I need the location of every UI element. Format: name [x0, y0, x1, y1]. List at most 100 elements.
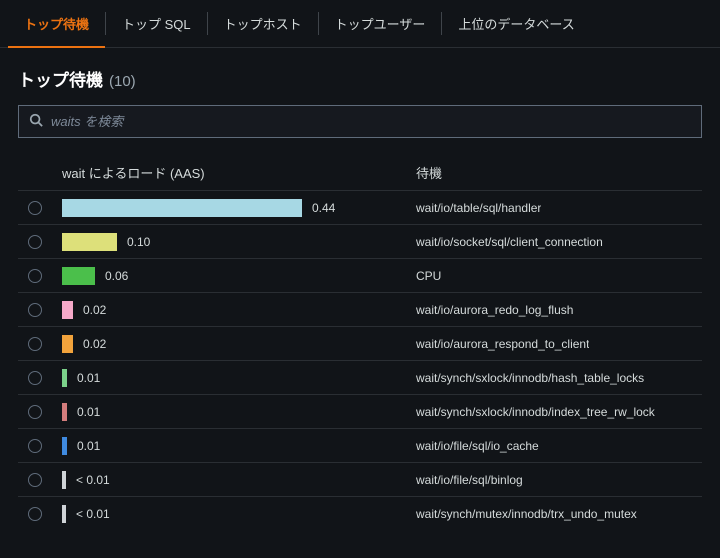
wait-name: wait/synch/mutex/innodb/trx_undo_mutex: [416, 507, 637, 521]
row-load-cell: 0.44: [62, 199, 416, 217]
col-wait-header[interactable]: 待機: [416, 163, 692, 182]
row-wait-cell: wait/synch/sxlock/innodb/hash_table_lock…: [416, 371, 692, 385]
tab-4[interactable]: 上位のデータベース: [442, 0, 590, 47]
load-value: 0.10: [127, 235, 150, 249]
load-bar: [62, 505, 66, 523]
tab-label: トップ SQL: [122, 14, 191, 33]
row-select-cell: [28, 507, 62, 521]
row-radio[interactable]: [28, 269, 42, 283]
col-load-header[interactable]: wait によるロード (AAS): [62, 163, 416, 182]
table-row[interactable]: < 0.01 wait/synch/mutex/innodb/trx_undo_m…: [18, 496, 702, 530]
table-body: 0.44 wait/io/table/sql/handler 0.10 wait/io…: [18, 190, 702, 530]
row-radio[interactable]: [28, 371, 42, 385]
load-bar: [62, 403, 67, 421]
row-select-cell: [28, 235, 62, 249]
table-row[interactable]: 0.06 CPU: [18, 258, 702, 292]
search-input[interactable]: [51, 114, 691, 129]
search-box[interactable]: [18, 105, 702, 138]
tabs: トップ待機トップ SQL トップホスト トップユーザー 上位のデータベース: [0, 0, 720, 48]
row-load-cell: < 0.01: [62, 505, 416, 523]
search-wrap: [18, 105, 702, 138]
row-radio[interactable]: [28, 337, 42, 351]
bar-wrap: 0.01: [62, 403, 416, 421]
bar-wrap: 0.44: [62, 199, 416, 217]
panel-title: トップ待機 (10): [18, 66, 702, 91]
row-select-cell: [28, 405, 62, 419]
tab-0[interactable]: トップ待機: [8, 0, 105, 47]
load-bar: [62, 199, 302, 217]
load-bar: [62, 369, 67, 387]
search-icon: [29, 113, 43, 130]
tab-2[interactable]: トップホスト: [208, 0, 318, 47]
row-select-cell: [28, 473, 62, 487]
table-row[interactable]: 0.01 wait/synch/sxlock/innodb/hash_table_…: [18, 360, 702, 394]
table-header: wait によるロード (AAS) 待機: [18, 154, 702, 190]
row-load-cell: 0.01: [62, 403, 416, 421]
row-radio[interactable]: [28, 405, 42, 419]
load-value: 0.01: [77, 371, 100, 385]
load-bar: [62, 437, 67, 455]
row-load-cell: 0.01: [62, 369, 416, 387]
bar-wrap: 0.02: [62, 301, 416, 319]
load-value: 0.44: [312, 201, 335, 215]
wait-name: wait/io/table/sql/handler: [416, 201, 541, 215]
bar-wrap: 0.10: [62, 233, 416, 251]
load-value: < 0.01: [76, 507, 110, 521]
row-radio[interactable]: [28, 303, 42, 317]
tab-label: トップホスト: [224, 14, 302, 33]
table-row[interactable]: 0.02 wait/io/aurora_redo_log_flush: [18, 292, 702, 326]
row-select-cell: [28, 371, 62, 385]
wait-name: wait/synch/sxlock/innodb/index_tree_rw_l…: [416, 405, 655, 419]
tab-3[interactable]: トップユーザー: [319, 0, 442, 47]
load-value: 0.01: [77, 439, 100, 453]
row-wait-cell: wait/io/aurora_redo_log_flush: [416, 303, 692, 317]
row-load-cell: 0.02: [62, 335, 416, 353]
panel-count: (10): [109, 73, 136, 90]
load-value: 0.02: [83, 337, 106, 351]
row-select-cell: [28, 201, 62, 215]
row-select-cell: [28, 269, 62, 283]
row-wait-cell: wait/io/file/sql/io_cache: [416, 439, 692, 453]
wait-name: wait/io/aurora_respond_to_client: [416, 337, 589, 351]
tab-label: トップユーザー: [335, 14, 426, 33]
row-wait-cell: wait/io/aurora_respond_to_client: [416, 337, 692, 351]
row-wait-cell: wait/io/socket/sql/client_connection: [416, 235, 692, 249]
load-value: 0.06: [105, 269, 128, 283]
bar-wrap: 0.02: [62, 335, 416, 353]
load-bar: [62, 335, 73, 353]
wait-name: wait/synch/sxlock/innodb/hash_table_lock…: [416, 371, 644, 385]
table-row[interactable]: 0.44 wait/io/table/sql/handler: [18, 190, 702, 224]
row-radio[interactable]: [28, 201, 42, 215]
row-radio[interactable]: [28, 439, 42, 453]
table-row[interactable]: 0.02 wait/io/aurora_respond_to_client: [18, 326, 702, 360]
row-load-cell: 0.10: [62, 233, 416, 251]
tab-1[interactable]: トップ SQL: [106, 0, 207, 47]
table-row[interactable]: 0.10 wait/io/socket/sql/client_connection: [18, 224, 702, 258]
table-row[interactable]: 0.01 wait/synch/sxlock/innodb/index_tree_…: [18, 394, 702, 428]
row-radio[interactable]: [28, 235, 42, 249]
wait-name: wait/io/socket/sql/client_connection: [416, 235, 603, 249]
load-value: 0.02: [83, 303, 106, 317]
wait-name: CPU: [416, 269, 441, 283]
top-waits-panel: { "tabs": [ { "label": "トップ待機", "active"…: [0, 0, 720, 558]
table-row[interactable]: < 0.01wait/io/file/sql/binlog: [18, 462, 702, 496]
panel: トップ待機 (10) wait によるロード (AAS): [0, 48, 720, 530]
load-bar: [62, 301, 73, 319]
bar-wrap: 0.06: [62, 267, 416, 285]
tab-label: 上位のデータベース: [458, 14, 574, 33]
wait-name: wait/io/file/sql/io_cache: [416, 439, 539, 453]
wait-name: wait/io/file/sql/binlog: [416, 473, 523, 487]
bar-wrap: 0.01: [62, 369, 416, 387]
load-value: 0.01: [77, 405, 100, 419]
table-row[interactable]: 0.01 wait/io/file/sql/io_cache: [18, 428, 702, 462]
wait-name: wait/io/aurora_redo_log_flush: [416, 303, 573, 317]
row-load-cell: 0.01: [62, 437, 416, 455]
col-load-label: wait によるロード (AAS): [62, 163, 205, 182]
bar-wrap: < 0.01: [62, 471, 416, 489]
row-wait-cell: wait/synch/mutex/innodb/trx_undo_mutex: [416, 507, 692, 521]
row-load-cell: < 0.01: [62, 471, 416, 489]
load-bar: [62, 267, 95, 285]
row-radio[interactable]: [28, 473, 42, 487]
row-radio[interactable]: [28, 507, 42, 521]
row-wait-cell: wait/io/file/sql/binlog: [416, 473, 692, 487]
